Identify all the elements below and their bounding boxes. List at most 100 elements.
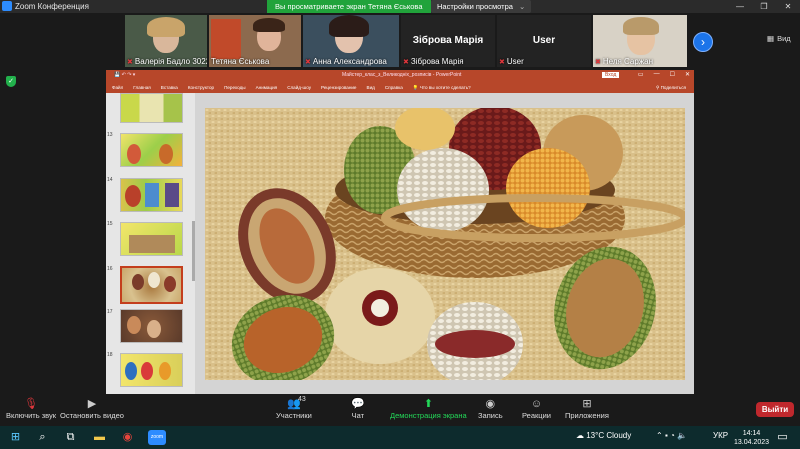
participant-name-text: User bbox=[506, 57, 524, 66]
reactions-button[interactable]: ☺ Реакции bbox=[522, 397, 551, 420]
weather-widget[interactable]: ☁ 13°C Cloudy bbox=[576, 431, 631, 440]
participant-tile[interactable]: Тетяна Єськова bbox=[209, 15, 301, 67]
slide-number: 13 bbox=[107, 132, 113, 138]
restore-icon[interactable]: ❐ bbox=[752, 0, 776, 13]
participant-strip: ✖Валерія Бадло 3022... Тетяна Єськова ✖А… bbox=[0, 13, 800, 69]
participant-name: ✖ Анна Александрова bbox=[305, 57, 387, 66]
participant-tile[interactable]: ✖Валерія Бадло 3022... bbox=[125, 15, 207, 67]
share-button[interactable]: ⚲ Поделиться bbox=[656, 85, 686, 91]
cloud-icon: ☁ bbox=[576, 431, 584, 440]
grid-icon: ▦ bbox=[767, 34, 775, 43]
share-label: Поделиться bbox=[660, 84, 686, 90]
ppt-ribbon: Файл Главная Вставка Конструктор Переход… bbox=[106, 82, 694, 93]
ribbon-tab-transitions[interactable]: Переходы bbox=[224, 85, 246, 90]
ribbon-tab-insert[interactable]: Вставка bbox=[161, 85, 178, 90]
ribbon-tab-animations[interactable]: Анимация bbox=[256, 85, 278, 90]
ribbon-tab-slideshow[interactable]: Слайд-шоу bbox=[287, 85, 311, 90]
slide-thumbnail[interactable] bbox=[120, 93, 183, 123]
tell-me-search[interactable]: 💡 Что вы хотите сделать? bbox=[413, 85, 471, 91]
mic-off-icon: ✖ bbox=[595, 58, 601, 66]
lightbulb-icon: 💡 bbox=[412, 84, 419, 90]
chrome-icon[interactable]: ◉ bbox=[120, 430, 135, 445]
participant-name-text: Валерія Бадло 3022... bbox=[134, 57, 207, 66]
ribbon-tab-design[interactable]: Конструктор bbox=[188, 85, 214, 90]
slide-thumbnail[interactable] bbox=[120, 178, 183, 212]
clock[interactable]: 14:14 13.04.2023 bbox=[734, 429, 769, 447]
unmute-button[interactable]: 🎙 Включить звук bbox=[6, 397, 56, 420]
ppt-ribbon-toggle-icon[interactable]: ▭ bbox=[638, 71, 644, 78]
ribbon-tab-home[interactable]: Главная bbox=[133, 85, 150, 90]
participant-hair bbox=[329, 15, 369, 37]
participant-hair bbox=[623, 17, 659, 35]
system-tray-icons[interactable]: ⌃ ▪ ◔ 🔈 bbox=[656, 431, 687, 440]
slide-thumbnail-selected[interactable] bbox=[120, 266, 183, 304]
chat-button[interactable]: 💬 Чат bbox=[351, 397, 365, 420]
reactions-icon: ☺ bbox=[530, 398, 543, 410]
ppt-doc-title: Майстер_клас_з_Великодніх_розписів - Pow… bbox=[342, 72, 462, 78]
ribbon-tab-help[interactable]: Справка bbox=[385, 85, 403, 90]
participants-button[interactable]: 👥 43 Участники bbox=[276, 396, 312, 420]
ppt-login-button[interactable]: Вход bbox=[602, 72, 620, 78]
next-page-button[interactable]: › bbox=[693, 32, 713, 52]
egg-image bbox=[132, 274, 144, 290]
security-shield-icon[interactable]: ✓ bbox=[6, 76, 16, 87]
clock-date: 13.04.2023 bbox=[734, 439, 770, 446]
shared-screen: 💾 ↶ ↷ ▾ Майстер_клас_з_Великодніх_розпис… bbox=[106, 70, 694, 394]
quick-access-icons: 💾 ↶ ↷ ▾ bbox=[114, 72, 136, 78]
mic-off-icon: ✖ bbox=[499, 58, 505, 66]
minimize-icon[interactable]: — bbox=[728, 0, 752, 13]
egg-image bbox=[164, 276, 176, 292]
window-controls: — ❐ ✕ bbox=[728, 0, 800, 13]
participant-name: ✖ Неля Саржан bbox=[595, 57, 653, 66]
slide-thumbnail[interactable] bbox=[120, 309, 183, 343]
ribbon-tab-review[interactable]: Рецензирование bbox=[321, 85, 356, 90]
participant-tile[interactable]: User ✖ User bbox=[497, 15, 591, 67]
stop-video-button[interactable]: ▶ Остановить видео bbox=[60, 397, 124, 420]
participant-name-text: Анна Александрова bbox=[312, 57, 387, 66]
participant-tile[interactable]: ✖ Неля Саржан bbox=[593, 15, 687, 67]
apps-label: Приложения bbox=[565, 411, 609, 420]
weather-text: 13°C Cloudy bbox=[586, 431, 632, 440]
search-icon[interactable]: ⌕ bbox=[35, 430, 50, 445]
zoom-taskbar-icon[interactable]: zoom bbox=[148, 430, 166, 445]
participant-name: ✖ Зіброва Марія bbox=[403, 57, 464, 66]
participants-icon: 👥 bbox=[287, 398, 301, 410]
egg-image bbox=[159, 362, 171, 380]
file-explorer-icon[interactable]: ▬ bbox=[92, 430, 107, 445]
share-screen-button[interactable]: ⬆ Демонстрация экрана bbox=[390, 397, 467, 420]
egg-image bbox=[147, 320, 161, 338]
participant-tile[interactable]: ✖ Анна Александрова bbox=[303, 15, 399, 67]
leave-button[interactable]: Выйти bbox=[756, 402, 794, 417]
slide-thumbnail-pane: 13 14 15 16 17 18 bbox=[106, 93, 195, 394]
chevron-down-icon: ⌄ bbox=[518, 2, 526, 11]
slide-thumbnail[interactable] bbox=[120, 353, 183, 387]
task-view-icon[interactable]: ⧉ bbox=[63, 430, 78, 445]
slide-thumbnail[interactable] bbox=[120, 222, 183, 256]
participant-name-text: Зіброва Марія bbox=[410, 57, 464, 66]
share-screen-icon: ⬆ bbox=[423, 398, 433, 410]
notifications-icon[interactable]: ▭ bbox=[775, 430, 790, 445]
egg-image bbox=[165, 183, 179, 207]
egg-image bbox=[127, 144, 141, 164]
slide-number: 16 bbox=[107, 266, 113, 272]
mic-muted-icon: 🎙 bbox=[24, 398, 38, 410]
view-toggle[interactable]: ▦ Вид bbox=[767, 34, 791, 43]
slide-thumbnail[interactable] bbox=[120, 133, 183, 167]
ppt-close-icon[interactable]: ✕ bbox=[685, 71, 690, 78]
record-button[interactable]: ◉ Запись bbox=[478, 397, 503, 420]
participant-tile[interactable]: Зіброва Марія ✖ Зіброва Марія bbox=[401, 15, 495, 67]
participant-name: ✖ User bbox=[499, 57, 524, 66]
apps-button[interactable]: ⊞ Приложения bbox=[565, 397, 609, 420]
ppt-minimize-icon[interactable]: — bbox=[654, 71, 660, 78]
ppt-maximize-icon[interactable]: ☐ bbox=[670, 71, 675, 78]
egg-image bbox=[125, 362, 137, 380]
language-indicator[interactable]: УКР bbox=[713, 431, 728, 440]
apps-icon: ⊞ bbox=[582, 398, 592, 410]
ribbon-tab-file[interactable]: Файл bbox=[112, 85, 123, 90]
windows-start-icon[interactable]: ⊞ bbox=[8, 430, 23, 445]
view-options-button[interactable]: Настройки просмотра ⌄ bbox=[431, 0, 532, 13]
ribbon-tab-view[interactable]: Вид bbox=[367, 85, 375, 90]
basket-image bbox=[129, 235, 175, 253]
slide-scrollbar[interactable] bbox=[690, 118, 693, 388]
close-icon[interactable]: ✕ bbox=[776, 0, 800, 13]
